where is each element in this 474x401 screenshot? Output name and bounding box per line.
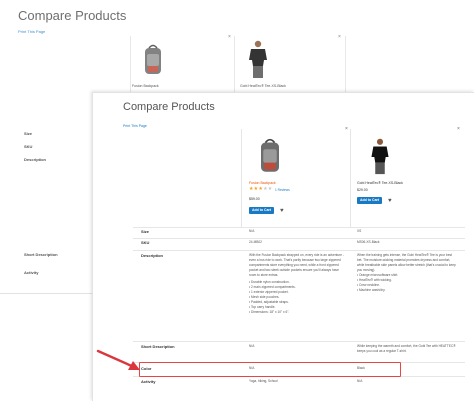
row-label-description: Description	[141, 253, 164, 258]
add-to-cart-button[interactable]: Add to Cart	[357, 197, 383, 204]
description-value: With the Fusion Backpack strapped on, ev…	[249, 253, 347, 315]
row-label-activity: Activity	[24, 270, 39, 275]
row-label-short-description: Short Description	[141, 344, 175, 349]
sku-value: MS06-XS-Black	[357, 240, 380, 244]
product-price: $29.00	[357, 188, 368, 192]
page-title: Compare Products	[123, 101, 215, 113]
page-title: Compare Products	[18, 8, 127, 23]
row-divider	[133, 341, 465, 342]
row-label-sku: SKU	[141, 240, 150, 245]
column-divider	[350, 129, 351, 227]
activity-value: N/A	[357, 379, 363, 383]
short-description-value: N/A	[249, 344, 255, 348]
backpack-product-image[interactable]	[142, 44, 164, 76]
rating-stars: ★★★★★	[249, 186, 273, 192]
column-divider	[241, 129, 242, 227]
row-divider	[133, 250, 465, 251]
description-value: When the training gets intense, the Gobi…	[357, 253, 457, 293]
row-divider	[133, 238, 465, 239]
remove-product-button[interactable]: ×	[345, 126, 348, 132]
product-name[interactable]: Gobi HeatTec® Tee-XS-Black	[240, 84, 286, 88]
product-name[interactable]: Fusion Backpack	[132, 84, 159, 88]
activity-value: Yoga, hiking, School	[249, 379, 278, 383]
sku-value: 24-MB02	[249, 240, 262, 244]
color-row-highlight	[139, 362, 401, 377]
reviews-link[interactable]: 1 Reviews	[275, 188, 290, 192]
print-page-link[interactable]: Print This Page	[18, 29, 45, 34]
backpack-product-image[interactable]	[257, 138, 283, 174]
row-label-activity: Activity	[141, 379, 156, 384]
row-divider	[133, 227, 465, 228]
foreground-compare-page: Compare Products Print This Page × × Fus…	[92, 92, 474, 401]
row-label-short-description: Short Description	[24, 252, 58, 257]
annotation-arrow-icon	[96, 349, 140, 370]
remove-product-button[interactable]: ×	[338, 34, 341, 40]
tee-product-image[interactable]	[248, 40, 268, 80]
description-text: With the Fusion Backpack strapped on, ev…	[249, 253, 344, 277]
row-label-description: Description	[24, 157, 47, 162]
size-value: XS	[357, 229, 362, 233]
description-bullet: Machine wash/dry.	[357, 288, 457, 293]
description-bullets: Orange microsoftware shirt. HeatTec® wit…	[357, 273, 457, 293]
description-bullet: Dimensions: 18" x 10" x 6".	[249, 310, 347, 315]
product-name[interactable]: Fusion Backpack	[249, 181, 276, 185]
description-text: When the training gets intense, the Gobi…	[357, 253, 456, 272]
remove-product-button[interactable]: ×	[228, 34, 231, 40]
description-bullets: Durable nylon construction. 2 main zippe…	[249, 280, 347, 315]
wishlist-heart-icon[interactable]: ♥	[388, 198, 392, 204]
product-name[interactable]: Gobi HeatTec® Tee-XS-Black	[357, 181, 403, 185]
wishlist-heart-icon[interactable]: ♥	[280, 208, 284, 214]
divider	[0, 293, 96, 294]
tee-product-image[interactable]	[369, 138, 391, 176]
row-label-sku: SKU	[24, 144, 33, 149]
row-label-size: Size	[141, 229, 150, 234]
add-to-cart-button[interactable]: Add to Cart	[249, 207, 275, 214]
size-value: N/A	[249, 229, 255, 233]
row-label-size: Size	[24, 131, 33, 136]
short-description-value: While keeping the warmth and comfort, th…	[357, 344, 456, 353]
product-price: $59.00	[249, 197, 260, 201]
remove-product-button[interactable]: ×	[457, 126, 460, 132]
print-page-link[interactable]: Print This Page	[123, 124, 147, 128]
